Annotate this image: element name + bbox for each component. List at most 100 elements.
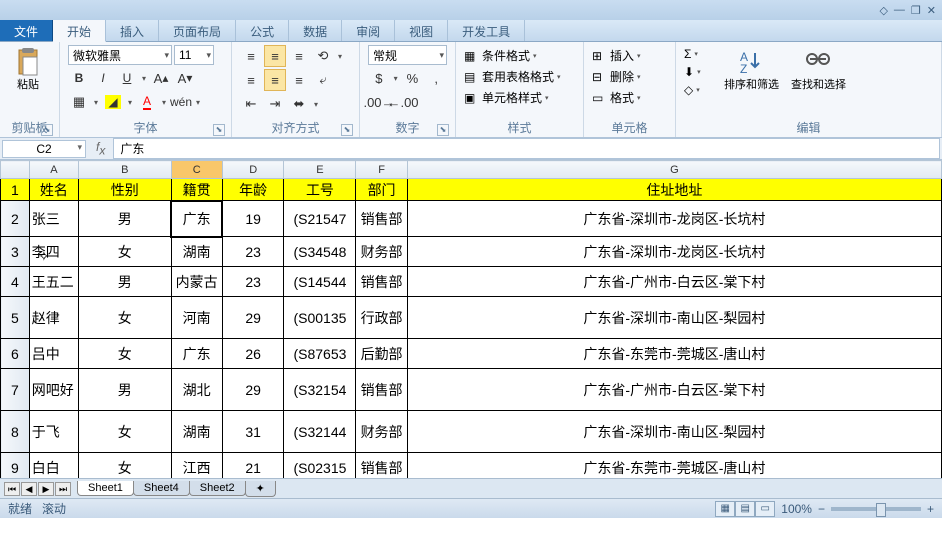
cell[interactable]: 于飞 <box>29 411 78 453</box>
row-header[interactable]: 5 <box>1 297 30 339</box>
font-launcher-icon[interactable]: ⬊ <box>213 124 225 136</box>
ribbon-tab[interactable]: 开始 <box>53 20 106 42</box>
delete-cells-button[interactable]: ⊟删除▾ <box>592 68 667 85</box>
fill-button[interactable]: ⬇▾ <box>684 65 716 79</box>
cell[interactable]: 女 <box>79 453 171 479</box>
header-cell[interactable]: 部门 <box>356 179 407 201</box>
sheet-tab[interactable]: Sheet1 <box>77 481 134 496</box>
minimize-icon[interactable]: — <box>894 4 905 16</box>
row-header[interactable]: 2 <box>1 201 30 237</box>
align-top-button[interactable]: ≡ <box>240 45 262 67</box>
cell[interactable]: (S02315 <box>284 453 356 479</box>
ribbon-tab[interactable]: 视图 <box>395 20 448 41</box>
grow-font-button[interactable]: A▴ <box>150 67 172 89</box>
col-header[interactable]: G <box>407 161 941 179</box>
cell[interactable]: 男 <box>79 369 171 411</box>
cell[interactable]: 王五二 <box>29 267 78 297</box>
align-right-button[interactable]: ≡ <box>288 69 310 91</box>
cell[interactable]: 江西 <box>171 453 222 479</box>
cell[interactable]: 31 <box>222 411 284 453</box>
sort-filter-button[interactable]: AZ 排序和筛选 <box>718 44 785 118</box>
header-cell[interactable]: 性别 <box>79 179 171 201</box>
normal-view-icon[interactable]: ▦ <box>715 501 735 517</box>
cell-styles-button[interactable]: ▣单元格样式▾ <box>464 89 575 106</box>
insert-cells-button[interactable]: ⊞插入▾ <box>592 47 667 64</box>
align-bottom-button[interactable]: ≡ <box>288 45 310 67</box>
cell[interactable]: 销售部 <box>356 201 407 237</box>
sheet-tab[interactable]: Sheet2 <box>189 481 246 496</box>
cell[interactable]: 李四 <box>29 237 78 267</box>
zoom-out-icon[interactable]: − <box>818 502 825 516</box>
decrease-indent-button[interactable]: ⇤ <box>240 93 262 115</box>
formula-input[interactable]: 广东 <box>113 138 940 159</box>
cell[interactable]: 女 <box>79 339 171 369</box>
row-header[interactable]: 7 <box>1 369 30 411</box>
cell[interactable]: 销售部 <box>356 453 407 479</box>
merge-button[interactable]: ⬌ <box>288 93 310 115</box>
clear-button[interactable]: ◇▾ <box>684 83 716 97</box>
orientation-button[interactable]: ⟲ <box>312 45 334 67</box>
cell[interactable]: 广东省-深圳市-龙岗区-长坑村 <box>407 237 941 267</box>
align-left-button[interactable]: ≡ <box>240 69 262 91</box>
cell[interactable]: 广东省-深圳市-南山区-梨园村 <box>407 297 941 339</box>
zoom-level[interactable]: 100% <box>781 502 812 516</box>
first-sheet-icon[interactable]: ⏮ <box>4 482 20 496</box>
row-header[interactable]: 3 <box>1 237 30 267</box>
cell[interactable]: 男 <box>79 267 171 297</box>
header-cell[interactable]: 姓名 <box>29 179 78 201</box>
cell[interactable]: 张三 <box>29 201 78 237</box>
bold-button[interactable]: B <box>68 67 90 89</box>
paste-button[interactable]: 粘贴 <box>6 44 50 118</box>
cell[interactable]: 26 <box>222 339 284 369</box>
page-layout-icon[interactable]: ▤ <box>735 501 755 517</box>
col-header[interactable]: F <box>356 161 407 179</box>
ribbon-tab[interactable]: 插入 <box>106 20 159 41</box>
cell[interactable]: 内蒙古 <box>171 267 222 297</box>
number-format-combo[interactable]: 常规 <box>368 45 447 65</box>
clipboard-launcher-icon[interactable]: ⬊ <box>41 124 53 136</box>
header-cell[interactable]: 住址地址 <box>407 179 941 201</box>
cell[interactable]: 广东省-深圳市-龙岗区-长坑村 <box>407 201 941 237</box>
row-header[interactable]: 8 <box>1 411 30 453</box>
new-sheet-icon[interactable]: ✦ <box>245 481 276 497</box>
cell[interactable]: 23 <box>222 267 284 297</box>
cell[interactable]: (S34548 <box>284 237 356 267</box>
zoom-in-icon[interactable]: + <box>927 502 934 516</box>
number-launcher-icon[interactable]: ⬊ <box>437 124 449 136</box>
page-break-icon[interactable]: ▭ <box>755 501 775 517</box>
font-size-combo[interactable]: 11 <box>174 45 214 65</box>
cell[interactable]: 广东省-广州市-白云区-棠下村 <box>407 369 941 411</box>
percent-button[interactable]: % <box>402 67 424 89</box>
cell[interactable]: 广东省-东莞市-莞城区-唐山村 <box>407 453 941 479</box>
wrap-text-button[interactable]: ⤶ <box>312 69 334 91</box>
file-tab[interactable]: 文件 <box>0 20 53 41</box>
comma-button[interactable]: , <box>425 67 447 89</box>
sheet-tab[interactable]: Sheet4 <box>133 481 190 496</box>
ribbon-tab[interactable]: 审阅 <box>342 20 395 41</box>
cell[interactable]: 财务部 <box>356 237 407 267</box>
cell[interactable]: 广东 <box>171 201 222 237</box>
ribbon-tab[interactable]: 公式 <box>236 20 289 41</box>
cell[interactable]: 销售部 <box>356 369 407 411</box>
cell[interactable]: (S32154 <box>284 369 356 411</box>
col-header[interactable]: B <box>79 161 171 179</box>
col-header[interactable]: C <box>171 161 222 179</box>
decrease-decimal-button[interactable]: ←.00 <box>392 91 414 113</box>
underline-button[interactable]: U <box>116 67 138 89</box>
header-cell[interactable]: 年龄 <box>222 179 284 201</box>
header-cell[interactable]: 工号 <box>284 179 356 201</box>
cell[interactable]: 女 <box>79 411 171 453</box>
cell[interactable]: 女 <box>79 237 171 267</box>
cell[interactable]: 广东 <box>171 339 222 369</box>
cell[interactable]: 河南 <box>171 297 222 339</box>
cell[interactable]: (S14544 <box>284 267 356 297</box>
ribbon-tab[interactable]: 数据 <box>289 20 342 41</box>
cell[interactable]: 白白 <box>29 453 78 479</box>
cell[interactable]: 23 <box>222 237 284 267</box>
cell[interactable]: 网吧好 <box>29 369 78 411</box>
row-header[interactable]: 9 <box>1 453 30 479</box>
close-icon[interactable]: ✕ <box>927 4 936 17</box>
row-header[interactable]: 1 <box>1 179 30 201</box>
cell[interactable]: (S21547 <box>284 201 356 237</box>
border-button[interactable]: ▦ <box>68 91 90 113</box>
